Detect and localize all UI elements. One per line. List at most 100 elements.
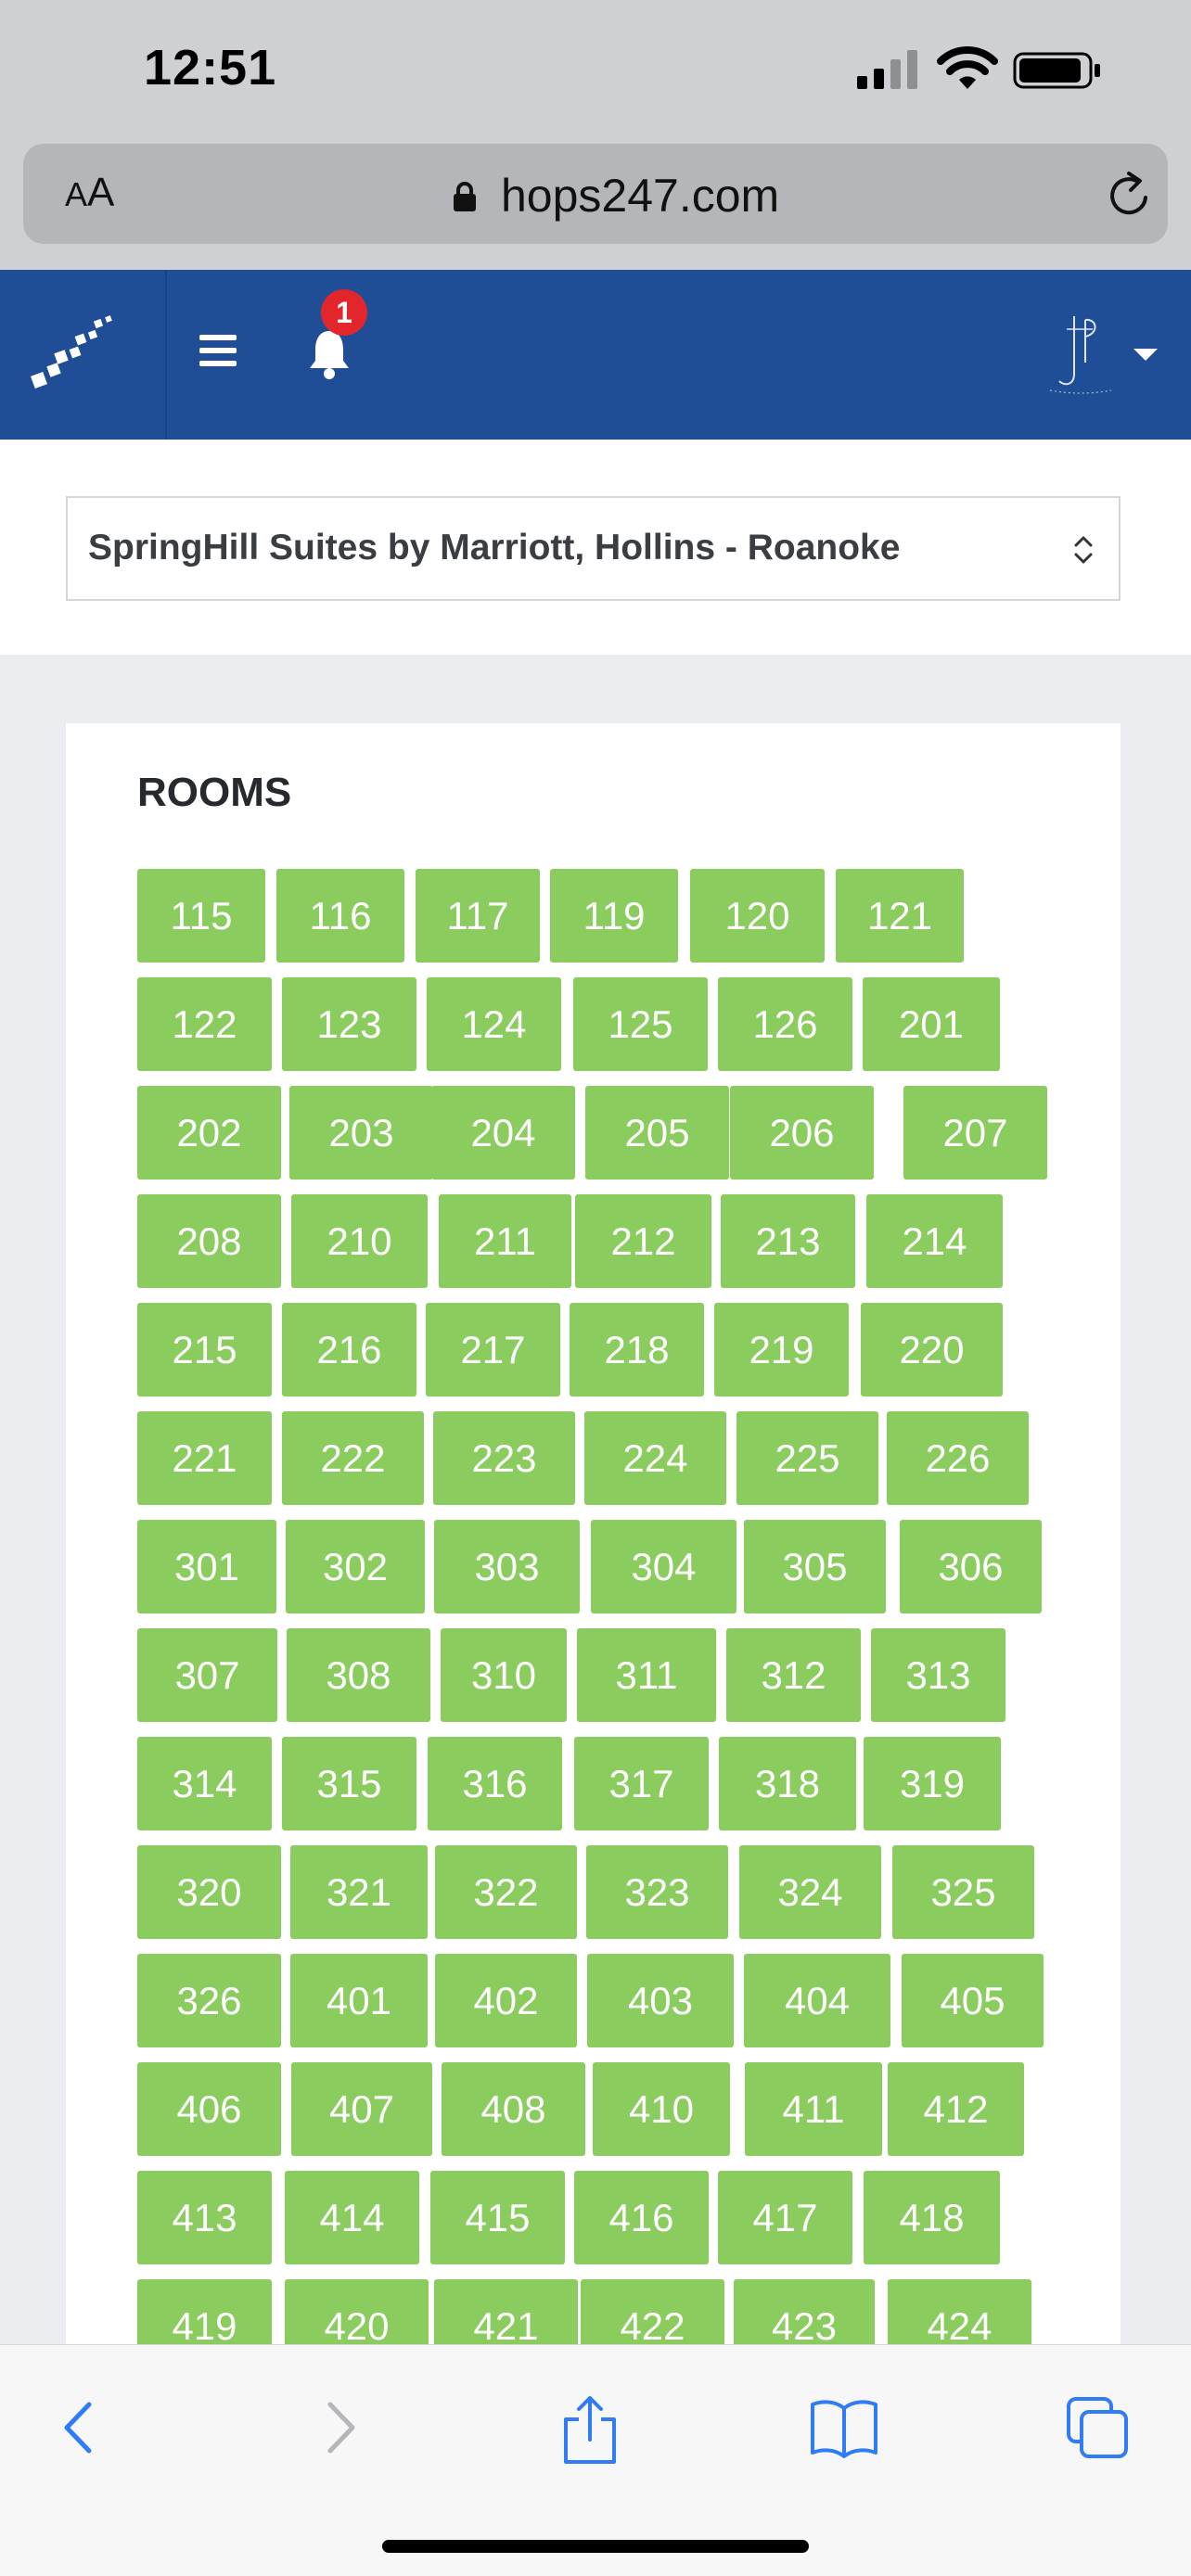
- user-avatar-icon[interactable]: [1039, 307, 1122, 400]
- room-button-412[interactable]: 412: [888, 2062, 1024, 2156]
- room-button-123[interactable]: 123: [282, 977, 416, 1071]
- room-button-119[interactable]: 119: [550, 869, 678, 963]
- room-button-122[interactable]: 122: [137, 977, 272, 1071]
- room-button-312[interactable]: 312: [726, 1628, 861, 1722]
- bookmarks-icon[interactable]: [809, 2395, 879, 2460]
- room-button-403[interactable]: 403: [587, 1954, 734, 2047]
- room-button-404[interactable]: 404: [744, 1954, 890, 2047]
- address-bar[interactable]: AA hops247.com: [23, 144, 1168, 244]
- room-button-414[interactable]: 414: [285, 2171, 419, 2264]
- room-button-204[interactable]: 204: [431, 1086, 575, 1180]
- room-button-308[interactable]: 308: [287, 1628, 430, 1722]
- room-button-318[interactable]: 318: [719, 1737, 856, 1830]
- room-button-205[interactable]: 205: [585, 1086, 729, 1180]
- room-button-322[interactable]: 322: [435, 1845, 577, 1939]
- room-button-217[interactable]: 217: [426, 1303, 560, 1396]
- room-button-411[interactable]: 411: [745, 2062, 882, 2156]
- room-button-215[interactable]: 215: [137, 1303, 272, 1396]
- room-button-220[interactable]: 220: [861, 1303, 1003, 1396]
- room-button-226[interactable]: 226: [887, 1411, 1029, 1505]
- room-button-306[interactable]: 306: [900, 1520, 1042, 1613]
- room-button-207[interactable]: 207: [903, 1086, 1047, 1180]
- room-button-325[interactable]: 325: [892, 1845, 1034, 1939]
- room-button-208[interactable]: 208: [137, 1194, 281, 1288]
- room-button-407[interactable]: 407: [291, 2062, 432, 2156]
- room-button-116[interactable]: 116: [276, 869, 404, 963]
- room-button-213[interactable]: 213: [721, 1194, 855, 1288]
- forward-icon[interactable]: [317, 2395, 364, 2460]
- battery-icon: [1013, 52, 1100, 89]
- account-dropdown-caret-icon[interactable]: [1133, 349, 1158, 361]
- room-button-406[interactable]: 406: [137, 2062, 281, 2156]
- browser-toolbar: [0, 2344, 1191, 2576]
- room-button-317[interactable]: 317: [574, 1737, 709, 1830]
- room-button-212[interactable]: 212: [575, 1194, 711, 1288]
- room-button-402[interactable]: 402: [435, 1954, 577, 2047]
- room-button-203[interactable]: 203: [289, 1086, 433, 1180]
- app-logo-icon[interactable]: [28, 307, 121, 400]
- status-bar: 12:51: [0, 0, 1191, 134]
- room-button-126[interactable]: 126: [718, 977, 852, 1071]
- room-button-225[interactable]: 225: [736, 1411, 878, 1505]
- share-icon[interactable]: [560, 2395, 620, 2466]
- room-button-219[interactable]: 219: [714, 1303, 849, 1396]
- url-domain[interactable]: hops247.com: [501, 169, 779, 223]
- room-button-413[interactable]: 413: [137, 2171, 272, 2264]
- room-button-201[interactable]: 201: [863, 977, 1000, 1071]
- room-button-416[interactable]: 416: [574, 2171, 709, 2264]
- room-button-315[interactable]: 315: [282, 1737, 416, 1830]
- room-button-326[interactable]: 326: [137, 1954, 281, 2047]
- room-button-223[interactable]: 223: [433, 1411, 575, 1505]
- property-select[interactable]: SpringHill Suites by Marriott, Hollins -…: [66, 496, 1121, 601]
- back-icon[interactable]: [56, 2395, 102, 2460]
- room-button-314[interactable]: 314: [137, 1737, 272, 1830]
- room-button-313[interactable]: 313: [871, 1628, 1005, 1722]
- room-button-305[interactable]: 305: [744, 1520, 886, 1613]
- room-button-302[interactable]: 302: [286, 1520, 425, 1613]
- room-button-206[interactable]: 206: [730, 1086, 874, 1180]
- room-button-310[interactable]: 310: [441, 1628, 567, 1722]
- room-button-415[interactable]: 415: [430, 2171, 565, 2264]
- tabs-icon[interactable]: [1065, 2395, 1130, 2460]
- room-button-121[interactable]: 121: [836, 869, 964, 963]
- room-button-323[interactable]: 323: [586, 1845, 728, 1939]
- room-button-324[interactable]: 324: [739, 1845, 881, 1939]
- room-button-320[interactable]: 320: [137, 1845, 281, 1939]
- wifi-icon: [937, 46, 998, 89]
- room-button-117[interactable]: 117: [416, 869, 540, 963]
- room-button-417[interactable]: 417: [718, 2171, 852, 2264]
- room-button-124[interactable]: 124: [427, 977, 561, 1071]
- room-button-405[interactable]: 405: [902, 1954, 1044, 2047]
- room-button-125[interactable]: 125: [573, 977, 708, 1071]
- room-button-218[interactable]: 218: [570, 1303, 704, 1396]
- room-button-210[interactable]: 210: [291, 1194, 428, 1288]
- navbar-divider: [165, 270, 167, 440]
- room-button-301[interactable]: 301: [137, 1520, 276, 1613]
- app-navbar: 1: [0, 270, 1191, 440]
- room-button-410[interactable]: 410: [593, 2062, 730, 2156]
- menu-hamburger-icon[interactable]: [199, 335, 240, 372]
- room-button-316[interactable]: 316: [428, 1737, 562, 1830]
- room-button-321[interactable]: 321: [290, 1845, 428, 1939]
- room-button-307[interactable]: 307: [137, 1628, 277, 1722]
- room-button-211[interactable]: 211: [439, 1194, 571, 1288]
- room-button-418[interactable]: 418: [864, 2171, 1000, 2264]
- room-button-224[interactable]: 224: [584, 1411, 726, 1505]
- room-button-120[interactable]: 120: [690, 869, 825, 963]
- room-button-214[interactable]: 214: [866, 1194, 1003, 1288]
- room-button-304[interactable]: 304: [591, 1520, 736, 1613]
- room-button-202[interactable]: 202: [137, 1086, 281, 1180]
- room-button-303[interactable]: 303: [434, 1520, 580, 1613]
- text-size-button[interactable]: AA: [65, 170, 114, 216]
- room-button-115[interactable]: 115: [137, 869, 265, 963]
- status-time: 12:51: [144, 40, 277, 96]
- reload-icon[interactable]: [1103, 170, 1155, 222]
- browser-address-area: AA hops247.com: [0, 134, 1191, 270]
- room-button-216[interactable]: 216: [282, 1303, 416, 1396]
- room-button-311[interactable]: 311: [577, 1628, 716, 1722]
- room-button-222[interactable]: 222: [282, 1411, 424, 1505]
- room-button-319[interactable]: 319: [864, 1737, 1001, 1830]
- room-button-401[interactable]: 401: [290, 1954, 428, 2047]
- room-button-221[interactable]: 221: [137, 1411, 272, 1505]
- room-button-408[interactable]: 408: [442, 2062, 585, 2156]
